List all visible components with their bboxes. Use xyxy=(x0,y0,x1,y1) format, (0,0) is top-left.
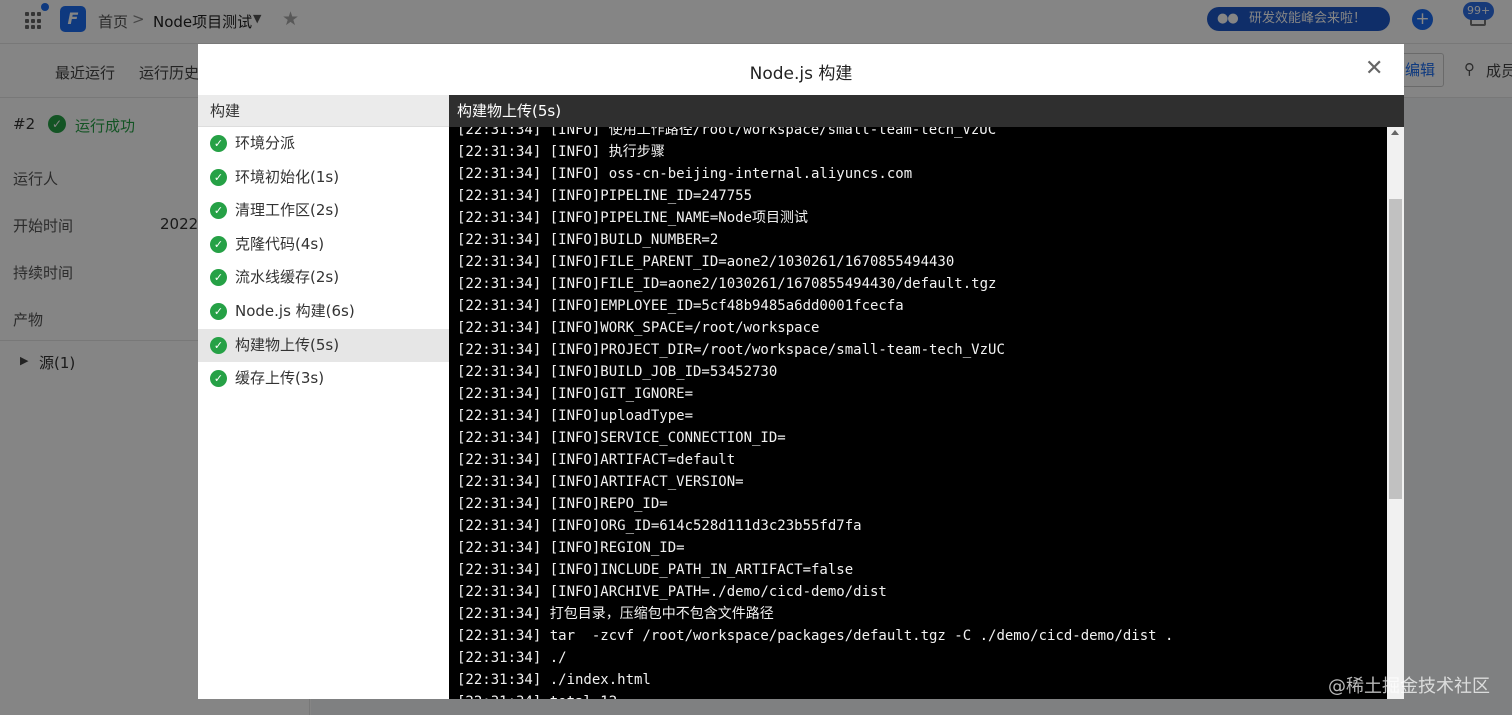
scroll-up-icon[interactable] xyxy=(1391,130,1399,135)
log-line: [22:31:34] ./index.html xyxy=(457,672,651,688)
log-line: [22:31:34] [INFO]PROJECT_DIR=/root/works… xyxy=(457,342,1005,358)
log-line: [22:31:34] [INFO]SERVICE_CONNECTION_ID= xyxy=(457,430,786,446)
step-label: 清理工作区(2s) xyxy=(235,201,340,220)
log-line: [22:31:34] [INFO]PIPELINE_NAME=Node项目测试 xyxy=(457,210,809,226)
steps-panel: 构建 ✓ 环境分派 ✓ 环境初始化(1s) ✓ 清理工作区(2s) ✓ 克隆代码(4s) ✓ 流水… xyxy=(198,95,449,699)
log-line: [22:31:34] [INFO]REGION_ID= xyxy=(457,540,685,556)
scrollbar-thumb[interactable] xyxy=(1389,199,1402,499)
log-line: [22:31:34] [INFO]PIPELINE_ID=247755 xyxy=(457,188,753,204)
log-line: [22:31:34] tar -zcvf /root/workspace/pac… xyxy=(457,628,1174,644)
close-icon[interactable]: ✕ xyxy=(1365,56,1383,82)
log-line: [22:31:34] [INFO]FILE_PARENT_ID=aone2/10… xyxy=(457,254,955,270)
step-label: 缓存上传(3s) xyxy=(235,369,325,388)
modal-header: Node.js 构建 ✕ xyxy=(198,44,1404,95)
step-list: ✓ 环境分派 ✓ 环境初始化(1s) ✓ 清理工作区(2s) ✓ 克隆代码(4s) ✓ 流水线缓存… xyxy=(198,127,449,396)
log-line: [22:31:34] [INFO]GIT_IGNORE= xyxy=(457,386,694,402)
log-line: [22:31:34] [INFO]EMPLOYEE_ID=5cf48b9485a… xyxy=(457,298,904,314)
log-output[interactable]: [22:31:34] [INFO] 使用工作路径/root/workspace/… xyxy=(449,127,1387,699)
log-line: [22:31:34] [INFO]ORG_ID=614c528d111d3c23… xyxy=(457,518,862,534)
log-line: [22:31:34] [INFO]ARTIFACT_VERSION= xyxy=(457,474,744,490)
success-check-icon: ✓ xyxy=(210,202,227,220)
success-check-icon: ✓ xyxy=(210,168,227,186)
log-line: [22:31:34] [INFO]BUILD_JOB_ID=53452730 xyxy=(457,364,778,380)
success-check-icon: ✓ xyxy=(210,336,227,354)
log-line: [22:31:34] [INFO]REPO_ID= xyxy=(457,496,668,512)
success-check-icon: ✓ xyxy=(210,302,227,320)
log-line: [22:31:34] [INFO] oss-cn-beijing-interna… xyxy=(457,166,913,182)
log-title: 构建物上传(5s) xyxy=(449,95,1404,127)
log-line: [22:31:34] [INFO] 使用工作路径/root/workspace/… xyxy=(457,127,997,138)
step-label: 构建物上传(5s) xyxy=(235,335,340,354)
scrollbar[interactable] xyxy=(1387,127,1404,699)
step-label: 环境初始化(1s) xyxy=(235,167,340,186)
log-line: [22:31:34] [INFO]BUILD_NUMBER=2 xyxy=(457,232,719,248)
build-log-modal: Node.js 构建 ✕ 构建 ✓ 环境分派 ✓ 环境初始化(1s) ✓ 清理工作区(2s… xyxy=(198,44,1404,699)
log-line: [22:31:34] [INFO]INCLUDE_PATH_IN_ARTIFAC… xyxy=(457,562,854,578)
step-item[interactable]: ✓ 流水线缓存(2s) xyxy=(198,261,449,295)
log-line: [22:31:34] [INFO]ARCHIVE_PATH=./demo/cic… xyxy=(457,584,887,600)
log-line: [22:31:34] [INFO]WORK_SPACE=/root/worksp… xyxy=(457,320,820,336)
steps-header: 构建 xyxy=(198,95,449,127)
step-item[interactable]: ✓ Node.js 构建(6s) xyxy=(198,295,449,329)
watermark: @稀土掘金技术社区 xyxy=(1328,676,1490,697)
step-item[interactable]: ✓ 构建物上传(5s) xyxy=(198,328,449,363)
step-item[interactable]: ✓ 环境初始化(1s) xyxy=(198,161,449,195)
log-panel: 构建物上传(5s) [22:31:34] [INFO] 使用工作路径/root/… xyxy=(449,95,1404,699)
log-line: [22:31:34] [INFO]uploadType= xyxy=(457,408,694,424)
step-label: 克隆代码(4s) xyxy=(235,234,325,253)
step-item[interactable]: ✓ 克隆代码(4s) xyxy=(198,228,449,262)
log-line: [22:31:34] [INFO]ARTIFACT=default xyxy=(457,452,736,468)
log-line: [22:31:34] ./ xyxy=(457,650,567,666)
success-check-icon: ✓ xyxy=(210,135,227,152)
step-item[interactable]: ✓ 清理工作区(2s) xyxy=(198,194,449,228)
log-line: [22:31:34] [INFO] 执行步骤 xyxy=(457,144,665,160)
step-label: 环境分派 xyxy=(235,134,296,152)
modal-title: Node.js 构建 xyxy=(749,64,853,84)
log-line: [22:31:34] 打包目录，压缩包中不包含文件路径 xyxy=(457,606,774,622)
step-item[interactable]: ✓ 环境分派 xyxy=(198,127,449,161)
success-check-icon: ✓ xyxy=(210,370,227,388)
success-check-icon: ✓ xyxy=(210,235,227,253)
success-check-icon: ✓ xyxy=(210,269,227,287)
log-line: [22:31:34] [INFO]FILE_ID=aone2/1030261/1… xyxy=(457,276,997,292)
step-item[interactable]: ✓ 缓存上传(3s) xyxy=(198,362,449,396)
step-label: Node.js 构建(6s) xyxy=(235,301,355,320)
step-label: 流水线缓存(2s) xyxy=(235,268,340,287)
log-lines: [22:31:34] [INFO] 使用工作路径/root/workspace/… xyxy=(457,127,1173,699)
log-line: [22:31:34] total 12 xyxy=(457,691,1173,699)
